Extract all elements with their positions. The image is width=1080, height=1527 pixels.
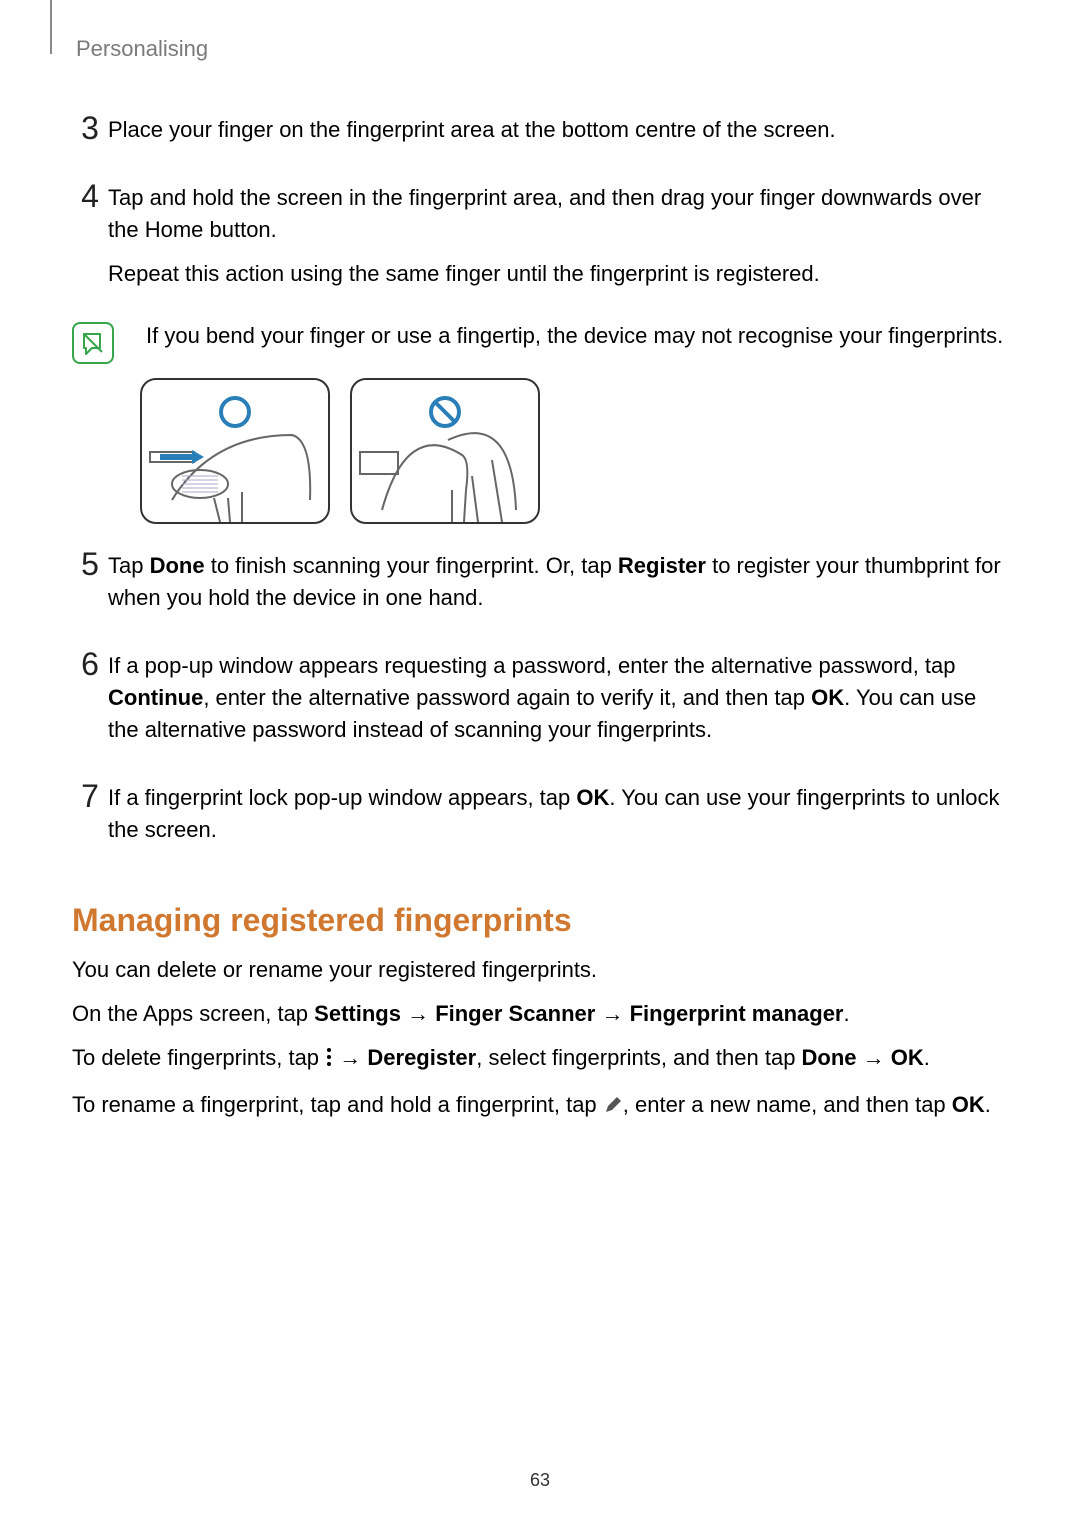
step-3: 3 Place your finger on the fingerprint a…	[72, 112, 1008, 158]
illustration-incorrect	[350, 378, 540, 524]
step-6-number: 6	[72, 648, 108, 680]
page-number: 63	[0, 1470, 1080, 1491]
note-text: If you bend your finger or use a fingert…	[146, 320, 1008, 352]
illustration-row	[140, 378, 1008, 524]
step-5-number: 5	[72, 548, 108, 580]
step-4-number: 4	[72, 180, 108, 212]
note: If you bend your finger or use a fingert…	[72, 320, 1008, 364]
step-3-number: 3	[72, 112, 108, 144]
section-header: Personalising	[76, 36, 1008, 62]
step-4-text-1: Tap and hold the screen in the fingerpri…	[108, 182, 1008, 246]
header-accent-rule	[50, 0, 52, 54]
managing-p2: On the Apps screen, tap Settings → Finge…	[72, 997, 1008, 1031]
step-4-text-2: Repeat this action using the same finger…	[108, 258, 1008, 290]
step-3-text: Place your finger on the fingerprint are…	[108, 114, 1008, 146]
step-7-number: 7	[72, 780, 108, 812]
step-7: 7 If a fingerprint lock pop-up window ap…	[72, 780, 1008, 858]
step-7-text: If a fingerprint lock pop-up window appe…	[108, 782, 1008, 846]
step-6: 6 If a pop-up window appears requesting …	[72, 648, 1008, 758]
more-options-icon	[325, 1044, 333, 1078]
managing-p4: To rename a fingerprint, tap and hold a …	[72, 1088, 1008, 1125]
step-6-text: If a pop-up window appears requesting a …	[108, 650, 1008, 746]
edit-pencil-icon	[603, 1091, 623, 1125]
managing-p1: You can delete or rename your registered…	[72, 953, 1008, 987]
managing-p3: To delete fingerprints, tap → Deregister…	[72, 1041, 1008, 1078]
step-5: 5 Tap Done to finish scanning your finge…	[72, 548, 1008, 626]
subheading-managing: Managing registered fingerprints	[72, 902, 1008, 939]
note-icon	[72, 322, 114, 364]
illustration-correct	[140, 378, 330, 524]
step-4: 4 Tap and hold the screen in the fingerp…	[72, 180, 1008, 302]
step-5-text: Tap Done to finish scanning your fingerp…	[108, 550, 1008, 614]
